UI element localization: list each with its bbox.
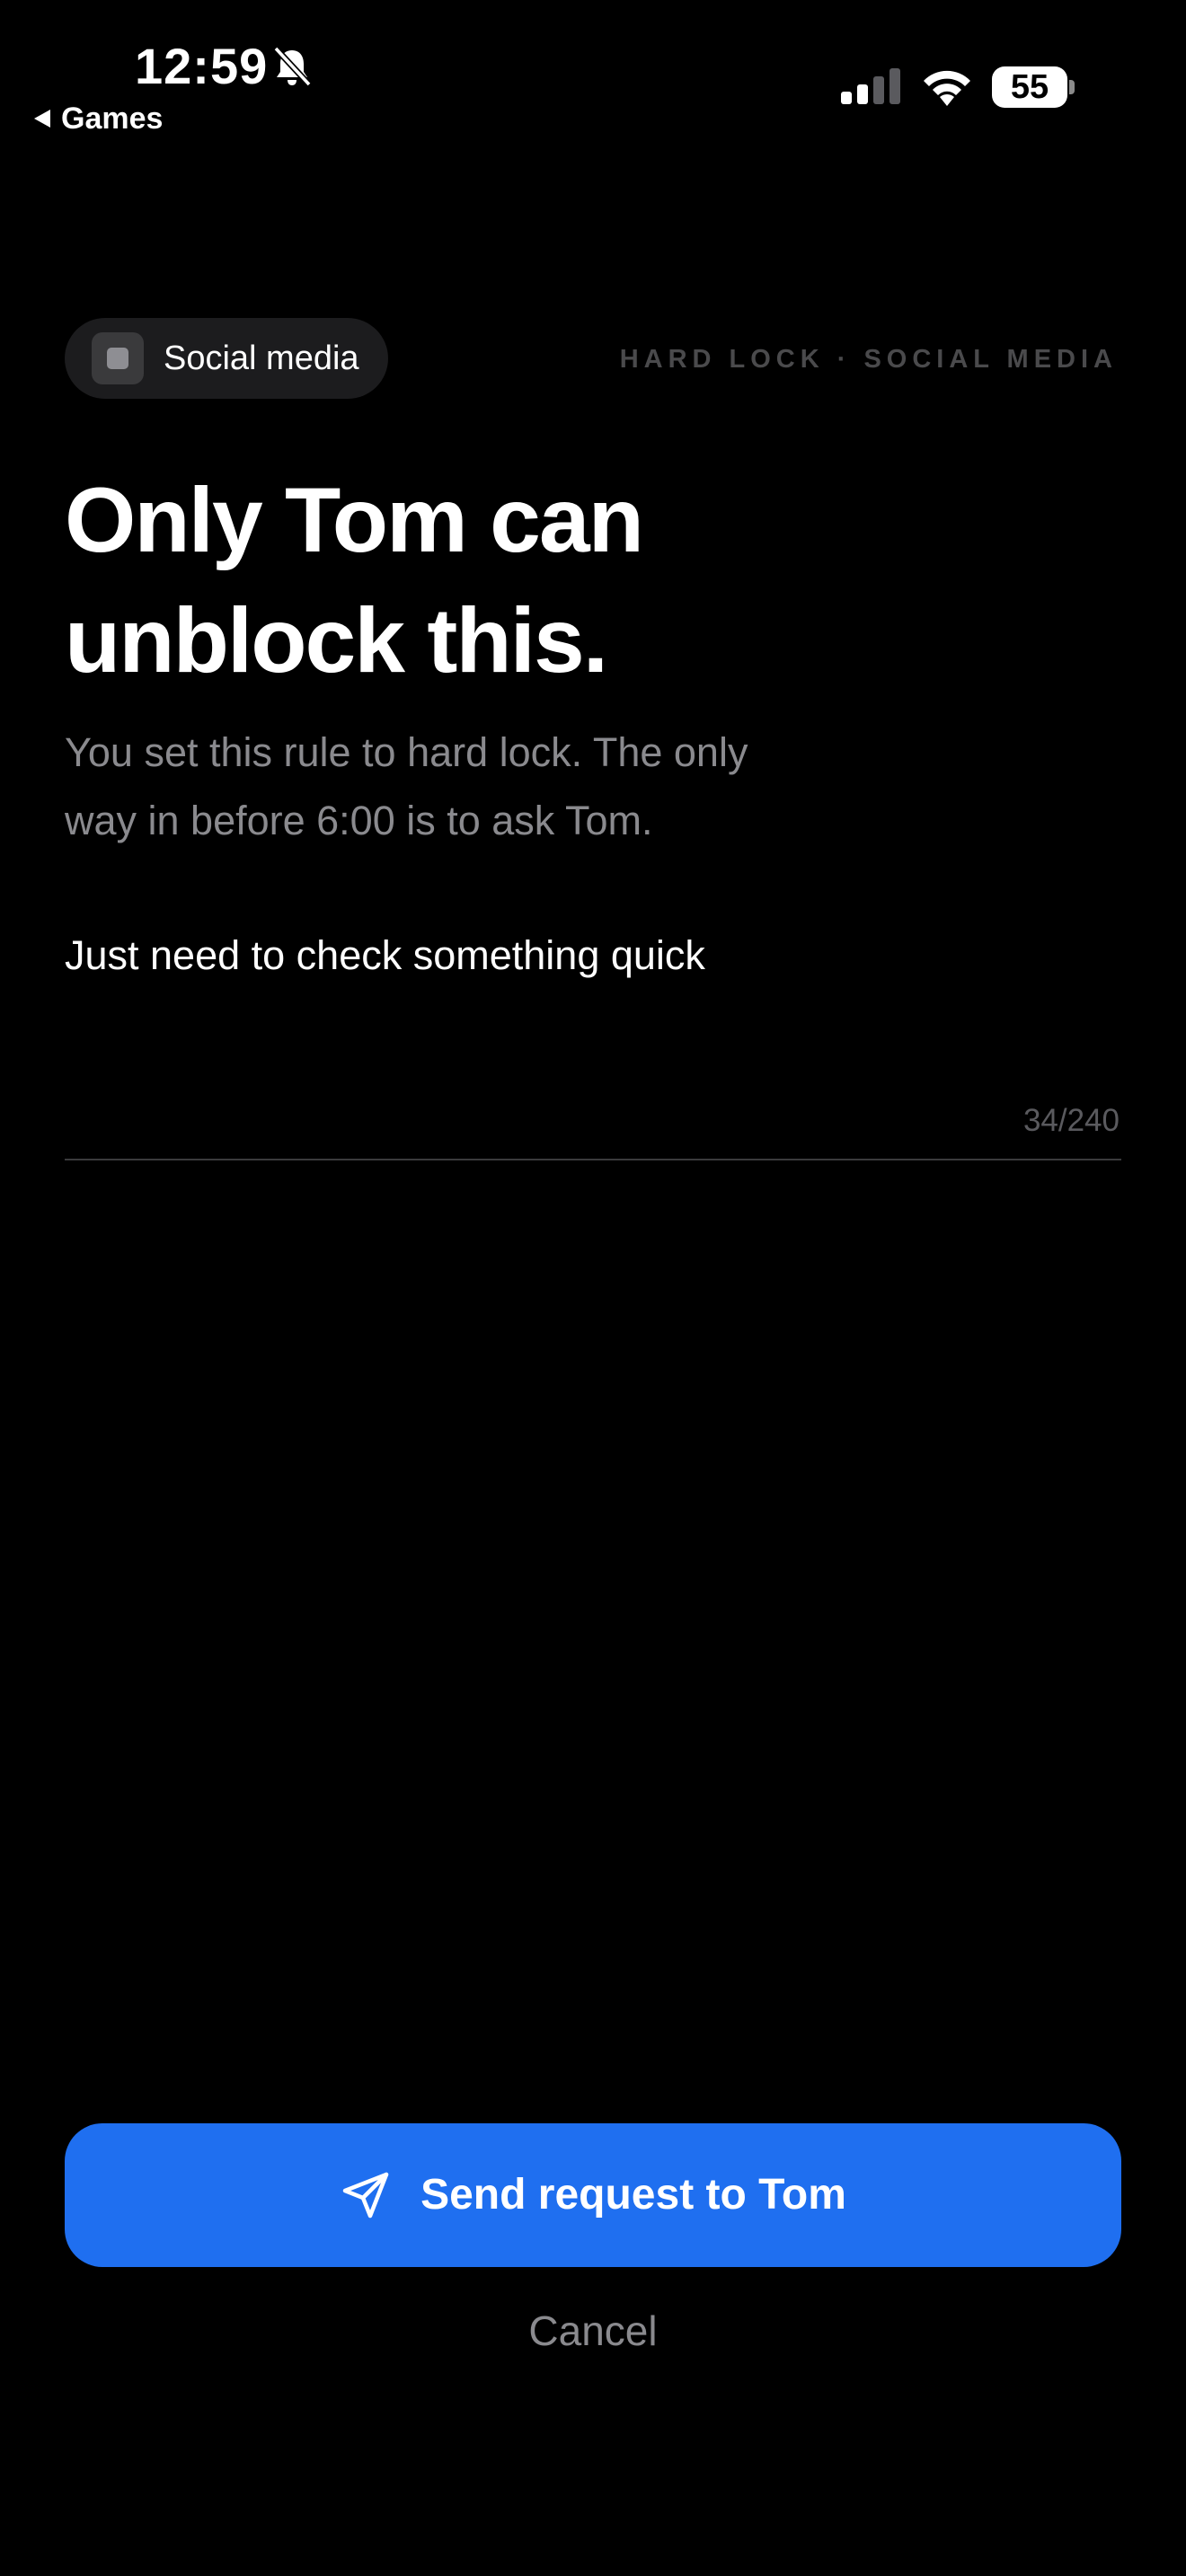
send-button-label: Send request to Tom: [420, 2171, 846, 2219]
description-line-1: You set this rule to hard lock. The only: [65, 729, 748, 775]
back-label: Games: [61, 101, 164, 136]
status-time: 12:59: [135, 38, 269, 94]
app-square-icon: [92, 332, 144, 384]
cancel-button[interactable]: Cancel: [413, 2299, 773, 2362]
back-triangle-icon: [34, 110, 50, 128]
input-divider: [65, 1159, 1121, 1160]
title-line-1: Only Tom can: [65, 469, 644, 571]
chip-label: Social media: [164, 340, 359, 377]
send-request-button[interactable]: Send request to Tom: [65, 2123, 1121, 2267]
lock-type-caption: HARD LOCK · SOCIAL MEDIA: [619, 345, 1118, 374]
signal-icon: [841, 68, 900, 104]
wifi-icon: [924, 70, 970, 106]
title-line-2: unblock this.: [65, 589, 608, 692]
battery-level: 55: [1010, 68, 1049, 106]
back-to-games-link[interactable]: Games: [32, 99, 163, 138]
description: You set this rule to hard lock. The only…: [65, 719, 855, 855]
battery-icon: 55: [992, 66, 1075, 108]
description-line-2: way in before 6:00 is to ask Tom.: [65, 798, 653, 843]
bell-slash-icon: [273, 46, 312, 87]
request-message-input[interactable]: Just need to check something quick: [65, 929, 1121, 1054]
page-title: Only Tom can unblock this.: [65, 460, 1053, 701]
character-counter: 34/240: [1022, 1103, 1120, 1138]
category-chip: Social media: [65, 318, 388, 399]
paper-plane-icon: [342, 2172, 389, 2219]
